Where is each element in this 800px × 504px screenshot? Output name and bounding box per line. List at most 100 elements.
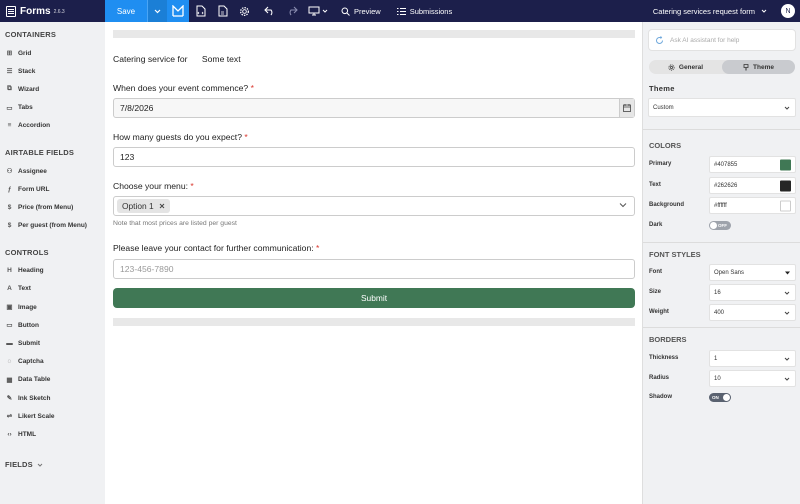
text-color-swatch[interactable] xyxy=(780,180,791,191)
stack-icon: ☰ xyxy=(6,68,13,76)
size-select[interactable]: 16 xyxy=(709,284,796,301)
radius-select[interactable]: 10 xyxy=(709,370,796,387)
text-color-value: #262626 xyxy=(714,182,738,189)
file-code-icon xyxy=(196,5,205,17)
toggle-knob xyxy=(710,222,717,229)
json-view-button[interactable] xyxy=(189,0,211,22)
chevron-down-icon xyxy=(37,463,43,467)
text-color-input[interactable]: #262626 xyxy=(709,177,796,194)
sidebar-item-airtable-form-url[interactable]: ƒ Form URL xyxy=(0,180,105,198)
sidebar-item-control-data-table[interactable]: ▦ Data Table xyxy=(0,371,105,389)
calendar-button[interactable] xyxy=(619,99,634,117)
sidebar-item-airtable-price-from-menu[interactable]: $ Price (from Menu) xyxy=(0,198,105,216)
sidebar-item-container-stack[interactable]: ☰ Stack xyxy=(0,62,105,80)
thickness-value: 1 xyxy=(714,355,718,362)
sidebar-item-label: Ink Sketch xyxy=(18,394,51,402)
fields-section-toggle[interactable]: FIELDS xyxy=(0,450,105,472)
guest-count-label: How many guests do you expect? xyxy=(113,132,242,142)
background-color-input[interactable]: #ffffff xyxy=(709,197,796,214)
document-view-button[interactable] xyxy=(211,0,233,22)
font-select[interactable]: Open Sans xyxy=(709,264,796,281)
sidebar-item-control-heading[interactable]: H Heading xyxy=(0,262,105,280)
save-dropdown-button[interactable] xyxy=(147,0,167,22)
font-value: Open Sans xyxy=(714,269,745,276)
sidebar-item-container-accordion[interactable]: ≡ Accordion xyxy=(0,117,105,135)
dark-toggle[interactable]: OFF xyxy=(709,221,731,230)
sidebar-item-label: Tabs xyxy=(18,104,33,112)
sidebar-item-container-grid[interactable]: ⊞ Grid xyxy=(0,44,105,62)
panel-tabs: General Theme xyxy=(649,60,795,74)
fields-section-title: FIELDS xyxy=(5,460,33,470)
thickness-select[interactable]: 1 xyxy=(709,350,796,367)
settings-button[interactable] xyxy=(233,0,255,22)
sidebar-item-control-captcha[interactable]: ◌ Captcha xyxy=(0,353,105,371)
app-name: Forms xyxy=(20,5,51,17)
sidebar-item-control-button[interactable]: ▭ Button xyxy=(0,316,105,334)
chevron-down-icon xyxy=(784,357,790,361)
image-icon: ▣ xyxy=(6,304,13,312)
theme-select-value: Custom xyxy=(653,104,674,111)
weight-value: 400 xyxy=(714,309,725,316)
people-icon: ⚇ xyxy=(6,168,13,176)
close-icon[interactable] xyxy=(159,203,165,209)
size-label: Size xyxy=(649,289,662,295)
submit-button[interactable]: Submit xyxy=(113,288,635,308)
user-avatar[interactable]: N xyxy=(781,4,795,18)
weight-label: Weight xyxy=(649,309,669,315)
undo-button[interactable] xyxy=(259,0,281,22)
redo-button[interactable] xyxy=(281,0,303,22)
save-button[interactable]: Save xyxy=(105,0,147,22)
chevron-down-icon[interactable] xyxy=(619,202,627,208)
caret-down-icon xyxy=(785,271,790,274)
tab-general[interactable]: General xyxy=(649,60,722,74)
submissions-label: Submissions xyxy=(409,6,453,16)
containers-section-title: CONTAINERS xyxy=(5,30,57,39)
shadow-toggle[interactable]: ON xyxy=(709,393,731,402)
primary-color-swatch[interactable] xyxy=(780,159,791,170)
sidebar-item-label: Form URL xyxy=(18,185,50,193)
likert-icon: ⇌ xyxy=(6,413,13,421)
designer-view-button[interactable] xyxy=(167,0,189,22)
sidebar-item-control-image[interactable]: ▣ Image xyxy=(0,298,105,316)
table-icon: ▦ xyxy=(6,376,13,384)
sidebar-item-control-submit[interactable]: ▬ Submit xyxy=(0,334,105,352)
catering-label: Catering service for xyxy=(113,54,188,64)
controls-section-title: CONTROLS xyxy=(5,247,49,257)
radius-value: 10 xyxy=(714,375,721,382)
theme-heading: Theme xyxy=(649,84,675,93)
sidebar-item-control-html[interactable]: ‹› HTML xyxy=(0,425,105,443)
dark-label: Dark xyxy=(649,222,663,228)
button-icon: ▭ xyxy=(6,322,13,330)
toolbox-sidebar: CONTAINERS ⊞ Grid ☰ Stack ⧉ Wizard ▭ Tabs ≡ Accor… xyxy=(0,22,105,504)
contact-input[interactable]: 123-456-7890 xyxy=(113,259,635,279)
colors-heading: COLORS xyxy=(649,141,682,150)
sidebar-item-container-wizard[interactable]: ⧉ Wizard xyxy=(0,80,105,98)
background-color-swatch[interactable] xyxy=(780,200,791,211)
menu-tagbox[interactable]: Option 1 xyxy=(113,196,635,216)
preview-button[interactable]: Preview xyxy=(333,0,389,22)
ai-assistant-input[interactable]: Ask AI assistant for help xyxy=(648,29,796,51)
guest-count-input[interactable]: 123 xyxy=(113,147,635,167)
device-select[interactable] xyxy=(303,0,333,22)
size-value: 16 xyxy=(714,289,721,296)
chevron-down-icon xyxy=(784,377,790,381)
dollar-icon: $ xyxy=(7,203,12,211)
sidebar-item-container-tabs[interactable]: ▭ Tabs xyxy=(0,99,105,117)
primary-color-input[interactable]: #407855 xyxy=(709,156,796,173)
event-date-input[interactable]: 7/8/2026 xyxy=(113,98,635,118)
primary-color-label: Primary xyxy=(649,161,672,167)
theme-select[interactable]: Custom xyxy=(648,98,796,117)
form-selector[interactable]: Catering services request form xyxy=(653,7,767,16)
sidebar-item-label: Data Table xyxy=(18,376,51,384)
sidebar-item-control-likert-scale[interactable]: ⇌ Likert Scale xyxy=(0,407,105,425)
sidebar-item-control-ink-sketch[interactable]: ✎ Ink Sketch xyxy=(0,389,105,407)
sidebar-item-airtable-assignee[interactable]: ⚇ Assignee xyxy=(0,162,105,180)
submissions-button[interactable]: Submissions xyxy=(389,0,461,22)
sidebar-item-airtable-per-guest-from-menu[interactable]: $ Per guest (from Menu) xyxy=(0,217,105,235)
sidebar-item-label: Stack xyxy=(18,67,36,75)
weight-select[interactable]: 400 xyxy=(709,304,796,321)
tab-theme[interactable]: Theme xyxy=(722,60,795,74)
font-label: Font xyxy=(649,269,662,275)
gear-icon xyxy=(668,63,675,71)
sidebar-item-control-text[interactable]: A Text xyxy=(0,280,105,298)
